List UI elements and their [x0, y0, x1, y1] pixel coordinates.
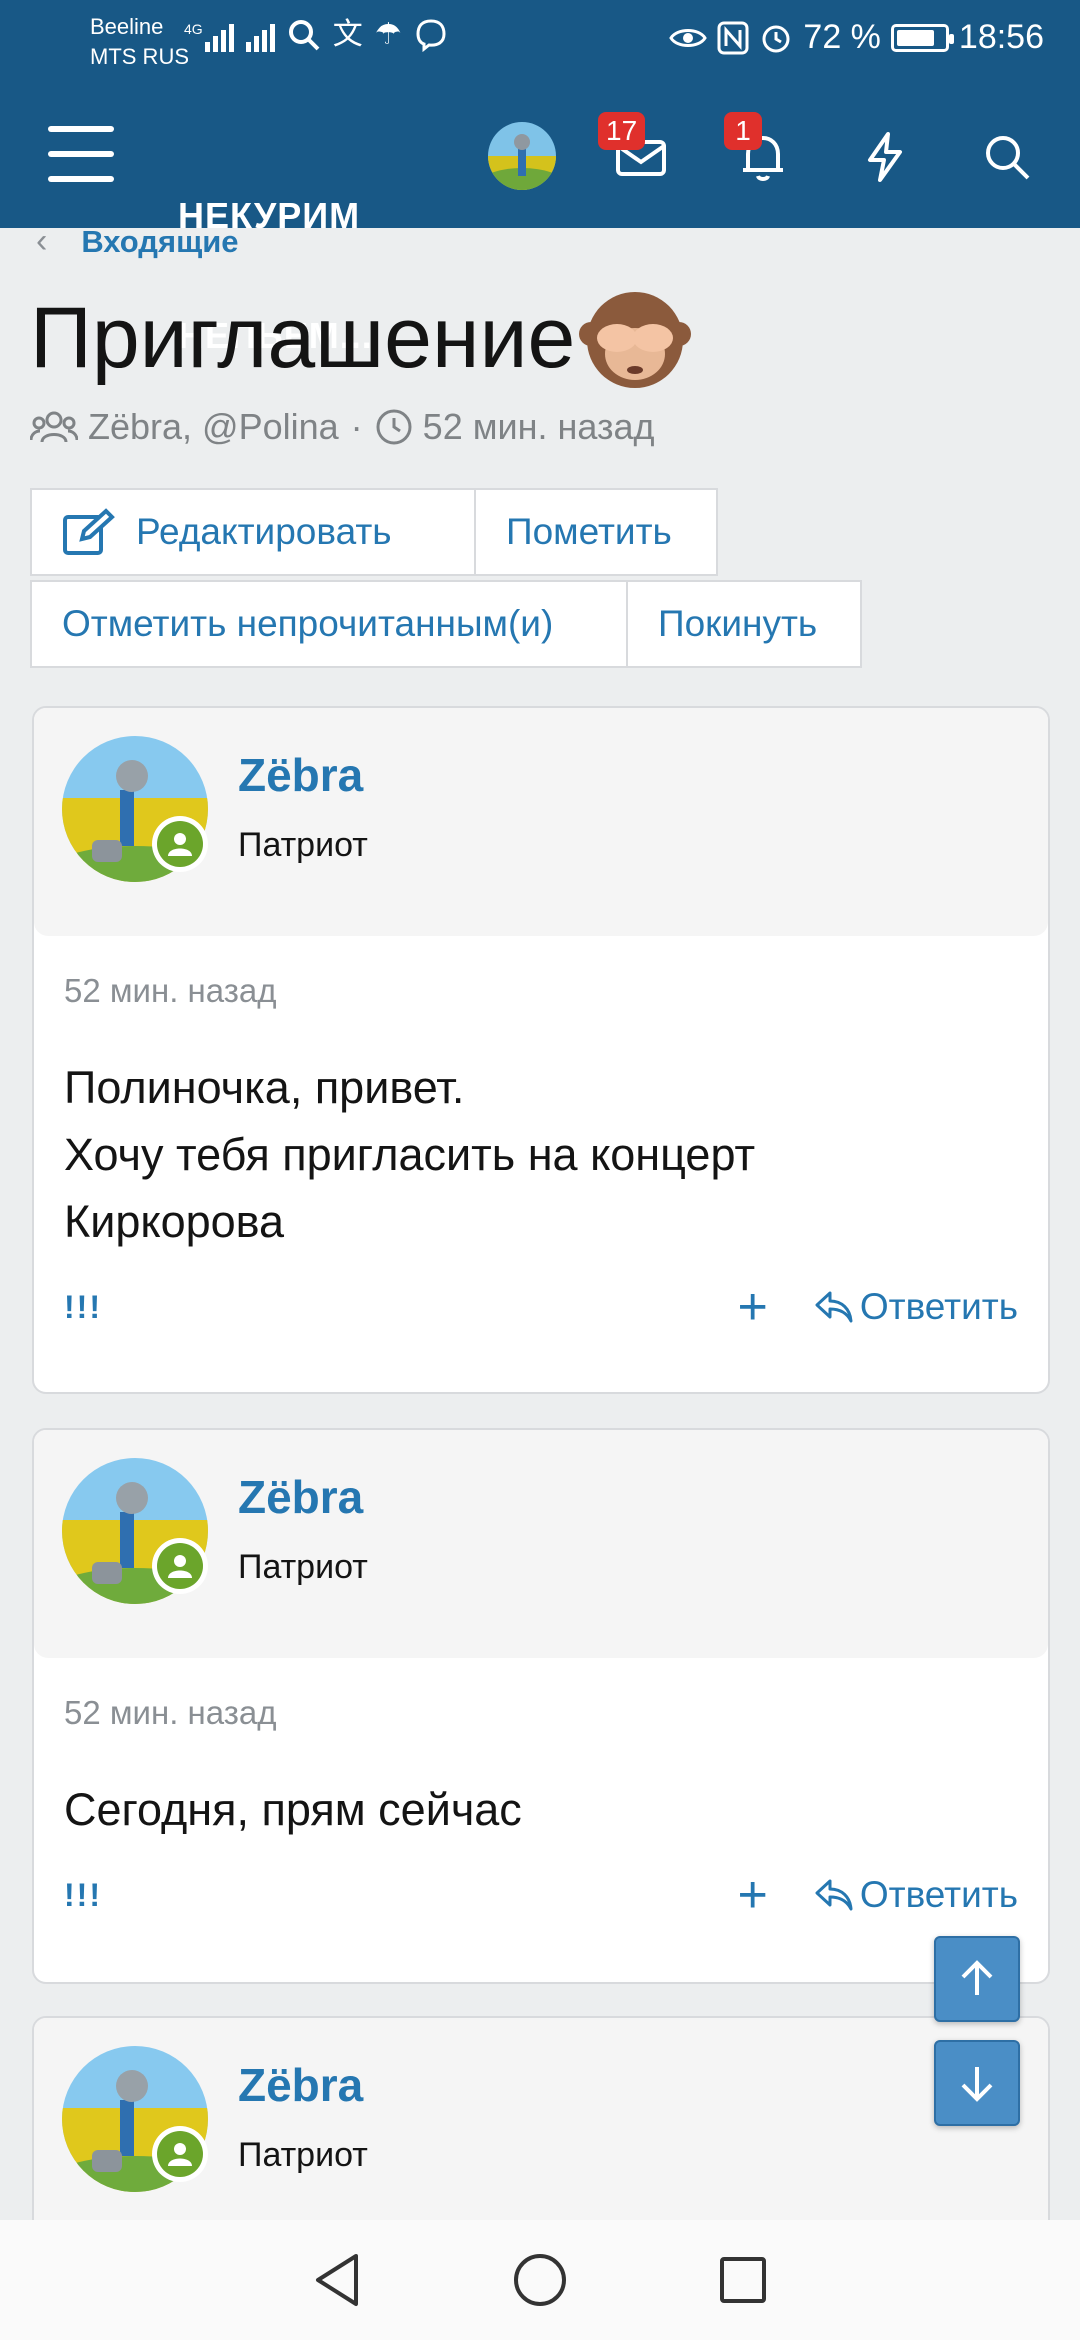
- reply-button[interactable]: Ответить: [814, 1286, 1018, 1328]
- conversation-title: Приглашение: [30, 289, 576, 386]
- alerts-badge: 1: [724, 112, 762, 150]
- message-card: Zëbra Патриот 52 мин. назад Полиночка, п…: [32, 706, 1050, 1394]
- conversation-meta: Zëbra, @Polina · 52 мин. назад: [30, 406, 655, 448]
- author-role: Патриот: [238, 1548, 368, 1586]
- arrow-down-icon: [961, 2067, 993, 2102]
- action-buttons-row-2: Отметить непрочитанным(и) Покинуть: [30, 580, 862, 668]
- mark-unread-button[interactable]: Отметить непрочитанным(и): [30, 580, 628, 668]
- mark-unread-label: Отметить непрочитанным(и): [62, 603, 554, 644]
- recents-icon[interactable]: [718, 2255, 768, 2305]
- breadcrumb[interactable]: ‹ Входящие: [36, 222, 239, 261]
- reply-icon: [815, 1879, 853, 1911]
- react-button[interactable]: !!!: [64, 1289, 102, 1326]
- multiquote-button[interactable]: +: [737, 1869, 767, 1921]
- conversation-time: 52 мин. назад: [422, 406, 655, 447]
- message-time[interactable]: 52 мин. назад: [64, 972, 277, 1010]
- see-no-evil-monkey-icon: [579, 292, 692, 388]
- author-name[interactable]: Zëbra: [238, 748, 363, 802]
- whats-new-button[interactable]: [848, 120, 922, 194]
- search-status-icon: [288, 20, 320, 51]
- online-status-icon: [152, 816, 208, 872]
- message-author-block: Zëbra Патриот: [34, 708, 1048, 936]
- alarm-icon: [762, 25, 790, 52]
- message-author-block: Zëbra Патриот: [34, 1430, 1048, 1658]
- user-avatar[interactable]: [488, 122, 556, 190]
- carrier-1: Beeline: [90, 14, 164, 39]
- home-icon[interactable]: [512, 2252, 568, 2308]
- message-time[interactable]: 52 мин. назад: [64, 1694, 277, 1732]
- eye-icon: [669, 28, 708, 47]
- edit-icon: [63, 508, 115, 555]
- message-text: Полиночка, привет. Хочу тебя пригласить …: [64, 1054, 755, 1255]
- author-role: Патриот: [238, 826, 368, 864]
- signal-icon-2: [245, 18, 275, 52]
- message-line: Сегодня, прям сейчас: [64, 1784, 522, 1835]
- alerts-button[interactable]: 1: [724, 112, 800, 194]
- participants: Zëbra, @Polina: [88, 406, 339, 447]
- status-icons-right: 72 % 18:56: [669, 18, 1044, 57]
- breadcrumb-inbox[interactable]: Входящие: [81, 224, 238, 260]
- carrier-labels: Beeline MTS RUS: [90, 12, 189, 72]
- message-line: Полиночка, привет.: [64, 1062, 465, 1113]
- leave-button[interactable]: Покинуть: [626, 580, 862, 668]
- reply-label: Ответить: [859, 1874, 1018, 1915]
- signal-icon: 4G: [184, 18, 234, 52]
- leave-label: Покинуть: [658, 603, 818, 644]
- search-icon: [986, 136, 1030, 180]
- edit-button[interactable]: Редактировать: [30, 488, 476, 576]
- mark-label: Пометить: [506, 511, 672, 552]
- translate-icon: ⽂: [332, 18, 363, 51]
- page-title: Приглашение: [30, 282, 692, 394]
- author-role: Патриот: [238, 2136, 368, 2174]
- action-buttons-row-1: Редактировать Пометить: [30, 488, 718, 576]
- system-navigation-bar: [0, 2220, 1080, 2340]
- chevron-left-icon: ‹: [36, 222, 48, 260]
- inbox-button[interactable]: 17: [598, 112, 678, 194]
- network-type: 4G: [184, 21, 203, 37]
- online-status-icon: [152, 1538, 208, 1594]
- back-icon[interactable]: [312, 2252, 362, 2308]
- inbox-badge: 17: [598, 112, 646, 150]
- message-actions: !!! + Ответить: [64, 1281, 1018, 1333]
- reply-icon: [815, 1291, 853, 1323]
- battery-percent: 72 %: [803, 18, 881, 56]
- meta-separator: ·: [350, 406, 363, 447]
- mark-button[interactable]: Пометить: [474, 488, 718, 576]
- message-text: Сегодня, прям сейчас: [64, 1776, 522, 1843]
- message-card: Zëbra Патриот 52 мин. назад Сегодня, пря…: [32, 1428, 1050, 1984]
- scroll-to-top-button[interactable]: [934, 1936, 1020, 2022]
- lightning-icon: [868, 132, 902, 182]
- battery-icon: [890, 23, 954, 52]
- search-button[interactable]: [970, 120, 1044, 194]
- nfc-icon: [717, 21, 749, 54]
- menu-icon[interactable]: [48, 126, 114, 182]
- message-actions: !!! + Ответить: [64, 1869, 1018, 1921]
- status-bar: Beeline MTS RUS 4G ⽂ ☂ 72 % 18:56: [0, 0, 1080, 82]
- viber-icon: [416, 19, 446, 52]
- app-header: Beeline MTS RUS 4G ⽂ ☂ 72 % 18:56 НЕКУРИ…: [0, 0, 1080, 356]
- umbrella-icon: ☂: [374, 18, 402, 51]
- carrier-2: MTS RUS: [90, 44, 189, 69]
- arrow-up-icon: [961, 1960, 993, 1995]
- scroll-to-bottom-button[interactable]: [934, 2040, 1020, 2126]
- navbar: НЕКУРИМ НЕПЬЕМ... 17 1: [0, 82, 1080, 356]
- users-icon: [30, 411, 78, 443]
- clock-icon: [376, 409, 412, 445]
- author-name[interactable]: Zëbra: [238, 2058, 363, 2112]
- status-icons-left: 4G ⽂ ☂: [184, 18, 448, 52]
- multiquote-button[interactable]: +: [737, 1281, 767, 1333]
- clock: 18:56: [958, 18, 1044, 56]
- react-button[interactable]: !!!: [64, 1877, 102, 1914]
- message-line: Хочу тебя пригласить на концерт: [64, 1129, 756, 1180]
- edit-label: Редактировать: [136, 511, 392, 552]
- reply-label: Ответить: [859, 1286, 1018, 1327]
- reply-button[interactable]: Ответить: [814, 1874, 1018, 1916]
- message-author-block: Zëbra Патриот: [34, 2018, 1048, 2246]
- author-name[interactable]: Zëbra: [238, 1470, 363, 1524]
- message-line: Киркорова: [64, 1196, 285, 1247]
- online-status-icon: [152, 2126, 208, 2182]
